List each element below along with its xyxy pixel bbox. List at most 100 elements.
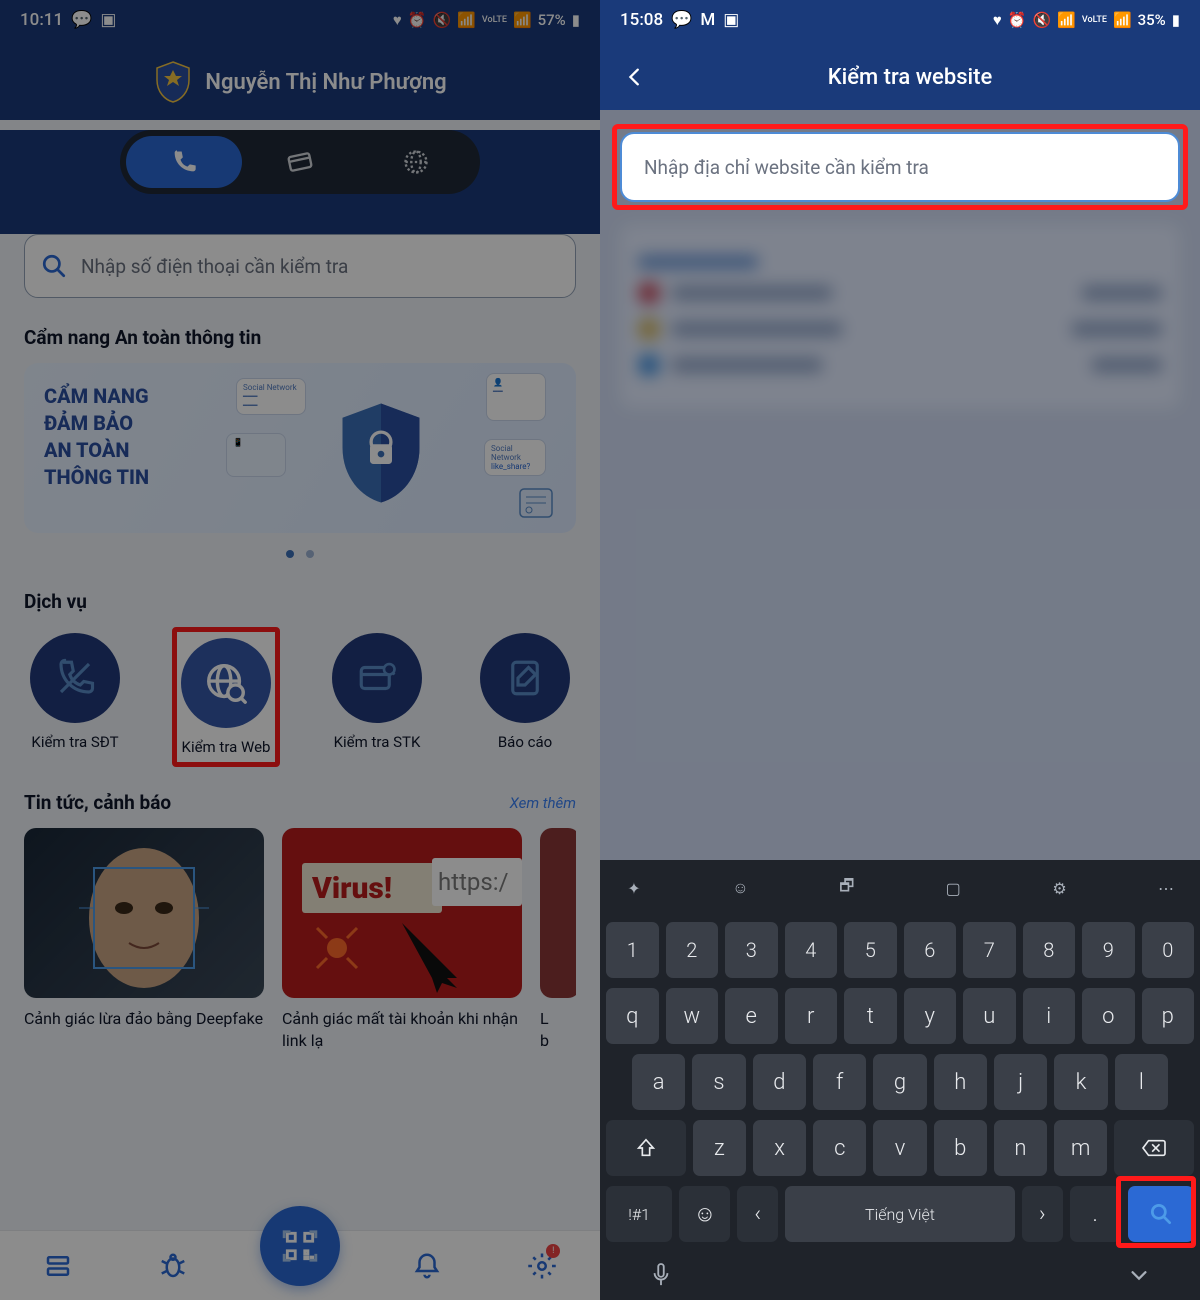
kb-key[interactable]: y — [904, 988, 957, 1044]
service-label: Kiểm tra Web — [182, 738, 271, 756]
website-url-input[interactable] — [620, 132, 1180, 202]
banner-pagination — [0, 543, 600, 562]
kb-key[interactable]: v — [873, 1120, 926, 1176]
service-report[interactable]: Báo cáo — [474, 627, 576, 767]
kb-key[interactable]: 4 — [785, 922, 838, 978]
nav-settings[interactable]: ! — [514, 1238, 570, 1294]
nav-notifications[interactable] — [399, 1238, 455, 1294]
lte-icon: VoLTE — [1082, 15, 1107, 25]
service-check-web[interactable]: Kiểm tra Web — [172, 627, 280, 767]
kb-key[interactable]: 9 — [1082, 922, 1135, 978]
user-name: Nguyễn Thị Như Phượng — [205, 70, 446, 95]
kb-emoji-key[interactable]: ☺ — [679, 1186, 730, 1242]
news-card-partial[interactable]: L b — [540, 828, 576, 1051]
kb-key[interactable]: f — [813, 1054, 866, 1110]
kb-key[interactable]: p — [1142, 988, 1195, 1044]
kb-shift-key[interactable] — [606, 1120, 686, 1176]
kb-symbols-key[interactable]: !#1 — [606, 1186, 672, 1242]
kb-key[interactable]: x — [753, 1120, 806, 1176]
kb-collapse-icon[interactable] — [1128, 1264, 1150, 1286]
kb-bottom-row: !#1 ☺ ‹ Tiếng Việt › . — [606, 1186, 1194, 1242]
kb-key[interactable]: e — [725, 988, 778, 1044]
handbook-banner[interactable]: CẨM NANG ĐẢM BẢO AN TOÀN THÔNG TIN Socia… — [24, 363, 576, 533]
service-check-phone[interactable]: Kiểm tra SĐT — [24, 627, 126, 767]
kb-key[interactable]: 5 — [844, 922, 897, 978]
kb-key[interactable]: 6 — [904, 922, 957, 978]
view-more-link[interactable]: Xem thêm — [510, 794, 576, 812]
kb-key[interactable]: z — [693, 1120, 746, 1176]
kb-key[interactable]: j — [994, 1054, 1047, 1110]
kb-key[interactable]: b — [934, 1120, 987, 1176]
messenger-icon: 💬 — [71, 10, 92, 30]
kb-key[interactable]: i — [1023, 988, 1076, 1044]
screen-title: Kiểm tra website — [670, 65, 1150, 90]
kb-key[interactable]: k — [1054, 1054, 1107, 1110]
kb-settings-icon[interactable]: ⚙ — [1042, 870, 1078, 906]
battery-text: 57% — [538, 11, 566, 29]
kb-key[interactable]: o — [1082, 988, 1135, 1044]
phone-search-input[interactable] — [81, 255, 559, 278]
back-button[interactable] — [620, 62, 650, 92]
kb-key[interactable]: g — [873, 1054, 926, 1110]
kb-key[interactable]: 2 — [666, 922, 719, 978]
phone-search-box[interactable] — [24, 234, 576, 298]
news-caption: L b — [540, 1008, 576, 1051]
kb-key[interactable]: h — [934, 1054, 987, 1110]
banner-dot[interactable] — [286, 550, 294, 558]
kb-key[interactable]: 0 — [1142, 922, 1195, 978]
kb-key[interactable]: r — [785, 988, 838, 1044]
lte-icon: VoLTE — [482, 15, 507, 25]
kb-key[interactable]: s — [692, 1054, 745, 1110]
svg-text:https:/: https:/ — [438, 868, 509, 896]
news-card-deepfake[interactable]: Cảnh giác lừa đảo bằng Deepfake — [24, 828, 264, 1051]
nav-home[interactable] — [30, 1238, 86, 1294]
segment-card[interactable] — [242, 136, 358, 188]
mute-icon: 🔇 — [433, 11, 452, 29]
screen-header: Kiểm tra website — [600, 40, 1200, 114]
kb-search-key[interactable] — [1128, 1186, 1194, 1242]
segment-globe[interactable] — [358, 136, 474, 188]
kb-a-row: a s d f g h j k l — [606, 1054, 1194, 1110]
kb-number-row: 1 2 3 4 5 6 7 8 9 0 — [606, 922, 1194, 978]
kb-magic-icon[interactable]: ✦ — [616, 870, 652, 906]
service-check-account[interactable]: Kiểm tra STK — [326, 627, 428, 767]
nav-bug[interactable] — [145, 1238, 201, 1294]
kb-clipboard-icon[interactable]: ▢ — [935, 870, 971, 906]
kb-key[interactable]: w — [666, 988, 719, 1044]
kb-key[interactable]: n — [994, 1120, 1047, 1176]
segment-phone[interactable] — [126, 136, 242, 188]
segmented-control — [120, 130, 480, 194]
heart-icon: ♥ — [393, 11, 402, 29]
banner-dot[interactable] — [306, 550, 314, 558]
kb-key[interactable]: d — [753, 1054, 806, 1110]
kb-key[interactable]: t — [844, 988, 897, 1044]
service-label: Kiểm tra SĐT — [31, 733, 118, 751]
alarm-icon: ⏰ — [1008, 11, 1027, 29]
kb-key[interactable]: c — [813, 1120, 866, 1176]
kb-period-key[interactable]: . — [1070, 1186, 1121, 1242]
kb-key[interactable]: 1 — [606, 922, 659, 978]
kb-mic-icon[interactable] — [650, 1262, 672, 1288]
kb-key[interactable]: 8 — [1023, 922, 1076, 978]
kb-space-key[interactable]: Tiếng Việt — [785, 1186, 1015, 1242]
kb-backspace-key[interactable] — [1114, 1120, 1194, 1176]
kb-key[interactable]: 7 — [963, 922, 1016, 978]
status-bar-left: 10:11 💬 ▣ ♥ ⏰ 🔇 📶 VoLTE 📶 57% ▮ — [0, 0, 600, 40]
home-screen: 10:11 💬 ▣ ♥ ⏰ 🔇 📶 VoLTE 📶 57% ▮ Nguyễn T… — [0, 0, 600, 1300]
kb-key[interactable]: a — [632, 1054, 685, 1110]
kb-key[interactable]: l — [1115, 1054, 1168, 1110]
kb-more-icon[interactable]: ⋯ — [1148, 870, 1184, 906]
kb-key[interactable]: u — [963, 988, 1016, 1044]
battery-text: 35% — [1138, 11, 1166, 29]
kb-gif-icon[interactable]: 🗗 — [829, 870, 865, 906]
kb-lang-next-key[interactable]: › — [1022, 1186, 1063, 1242]
kb-key[interactable]: 3 — [725, 922, 778, 978]
bottom-nav: ! — [0, 1230, 600, 1300]
news-card-virus[interactable]: Virus! https:/ Cảnh giác mất tài khoản k… — [282, 828, 522, 1051]
kb-lang-prev-key[interactable]: ‹ — [737, 1186, 778, 1242]
nav-qr-scan[interactable] — [260, 1206, 340, 1286]
kb-key[interactable]: q — [606, 988, 659, 1044]
status-time: 15:08 — [620, 10, 663, 30]
kb-key[interactable]: m — [1054, 1120, 1107, 1176]
kb-emoji-icon[interactable]: ☺ — [722, 870, 758, 906]
